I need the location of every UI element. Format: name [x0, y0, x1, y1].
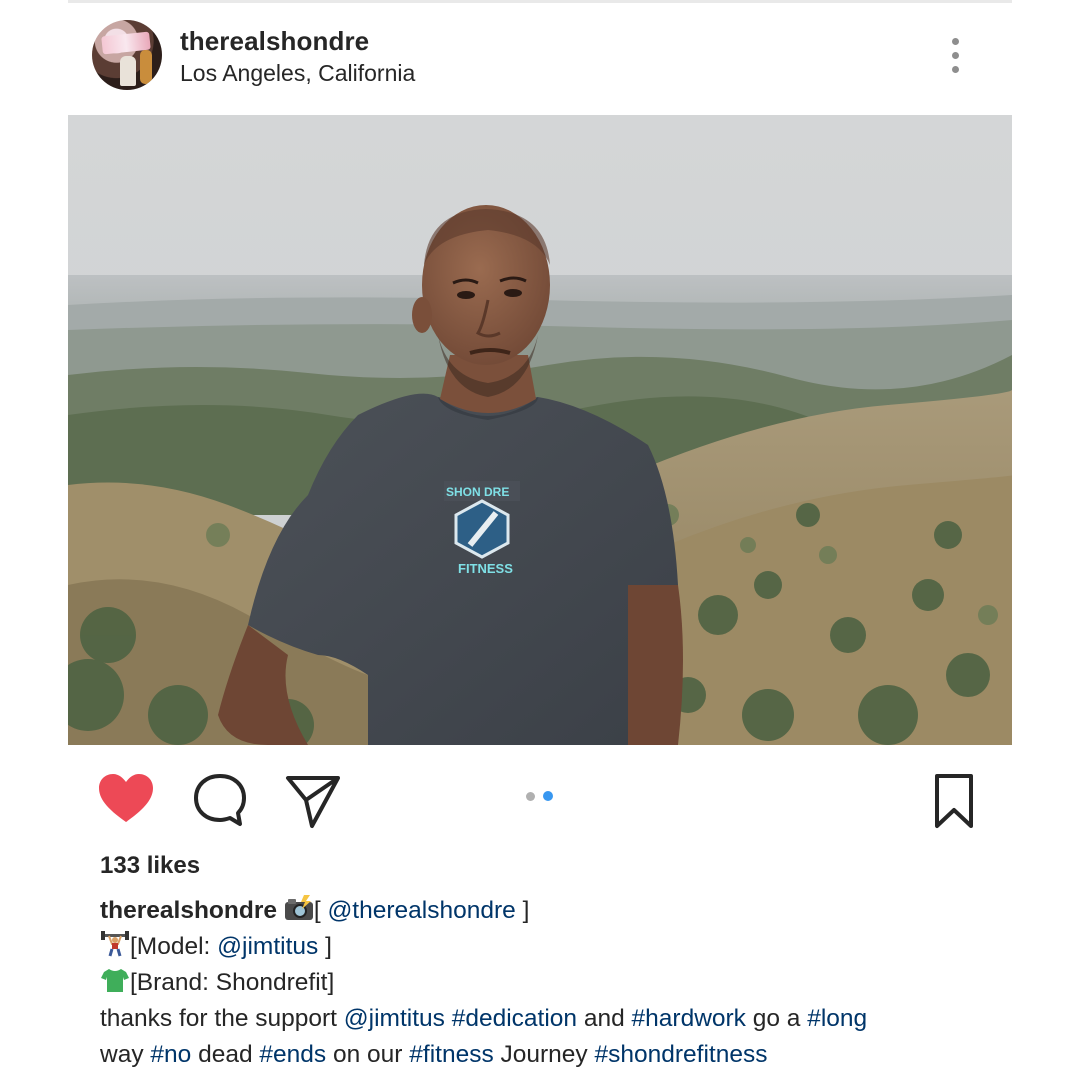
heart-icon[interactable]: [96, 770, 156, 830]
bookmark-icon[interactable]: [924, 770, 984, 830]
post-action-bar: [68, 760, 1012, 840]
caption-text: [445, 1005, 452, 1032]
comment-icon[interactable]: [190, 770, 250, 830]
caption-text: dead: [191, 1041, 260, 1068]
caption-line-4: thanks for the support @jimtitus #dedica…: [100, 1001, 1000, 1037]
mention-therealshondre[interactable]: @therealshondre: [327, 897, 515, 924]
caption-line-3: [Brand: Shondrefit]: [100, 965, 1000, 1001]
paper-plane-icon[interactable]: [282, 770, 342, 830]
hashtag-ends[interactable]: #ends: [259, 1041, 326, 1068]
caption-text: go a: [745, 1005, 808, 1032]
caption-text: on our: [326, 1041, 410, 1068]
caption-text: way: [100, 1041, 151, 1068]
mention-jimtitus[interactable]: @jimtitus: [217, 933, 318, 960]
caption-bracket-open: [: [313, 897, 328, 924]
caption-line-1: therealshondre [ @therealshondre ]: [100, 893, 1000, 929]
caption-text: thanks for the support: [100, 1005, 344, 1032]
caption-model-label: [Model:: [130, 933, 218, 960]
instagram-post-screen: therealshondre Los Angeles, California S…: [0, 0, 1080, 1080]
post-location[interactable]: Los Angeles, California: [180, 60, 415, 87]
more-dot: [952, 66, 959, 73]
hashtag-shondrefitness[interactable]: #shondrefitness: [594, 1041, 767, 1068]
post-username[interactable]: therealshondre: [180, 26, 369, 57]
likes-count[interactable]: 133 likes: [100, 852, 200, 880]
post-header: therealshondre Los Angeles, California: [68, 14, 1012, 100]
caption-bracket-close: ]: [515, 897, 530, 924]
post-caption: therealshondre [ @therealshondre ] [Mode…: [100, 893, 1000, 1073]
caption-text: Journey: [493, 1041, 595, 1068]
shirt-logo-bottom: FITNESS: [458, 561, 513, 576]
mention-jimtitus[interactable]: @jimtitus: [344, 1005, 445, 1032]
more-dot: [952, 52, 959, 59]
tshirt-emoji: [100, 967, 130, 993]
avatar-figure-shape-2: [140, 50, 152, 84]
caption-brand-label: [Brand: Shondrefit]: [130, 969, 335, 996]
avatar[interactable]: [92, 20, 162, 90]
caption-line-5: way #no dead #ends on our #fitness Journ…: [100, 1037, 1000, 1073]
avatar-figure-shape: [120, 56, 136, 86]
hashtag-hardwork[interactable]: #hardwork: [632, 1005, 746, 1032]
more-options-icon[interactable]: [940, 34, 970, 78]
hashtag-long[interactable]: #long: [807, 1005, 867, 1032]
more-dot: [952, 38, 959, 45]
camera-flash-emoji: [284, 895, 314, 921]
post-photo-illustration: SHON DRE FITNESS: [68, 115, 1012, 745]
shirt-logo-top: SHON DRE: [446, 485, 509, 499]
caption-author[interactable]: therealshondre: [100, 897, 277, 924]
post-photo[interactable]: SHON DRE FITNESS: [68, 115, 1012, 745]
caption-bracket-close: ]: [318, 933, 332, 960]
carousel-indicator: [524, 791, 564, 803]
hashtag-dedication[interactable]: #dedication: [452, 1005, 577, 1032]
card-top-border: [68, 0, 1012, 3]
carousel-dot: [526, 792, 535, 801]
hashtag-no[interactable]: #no: [150, 1041, 191, 1068]
caption-line-2: [Model: @jimtitus ]: [100, 929, 1000, 965]
carousel-dot-active: [543, 791, 553, 801]
hashtag-fitness[interactable]: #fitness: [409, 1041, 493, 1068]
caption-text: and: [577, 1005, 632, 1032]
weightlifter-emoji: [100, 931, 130, 957]
